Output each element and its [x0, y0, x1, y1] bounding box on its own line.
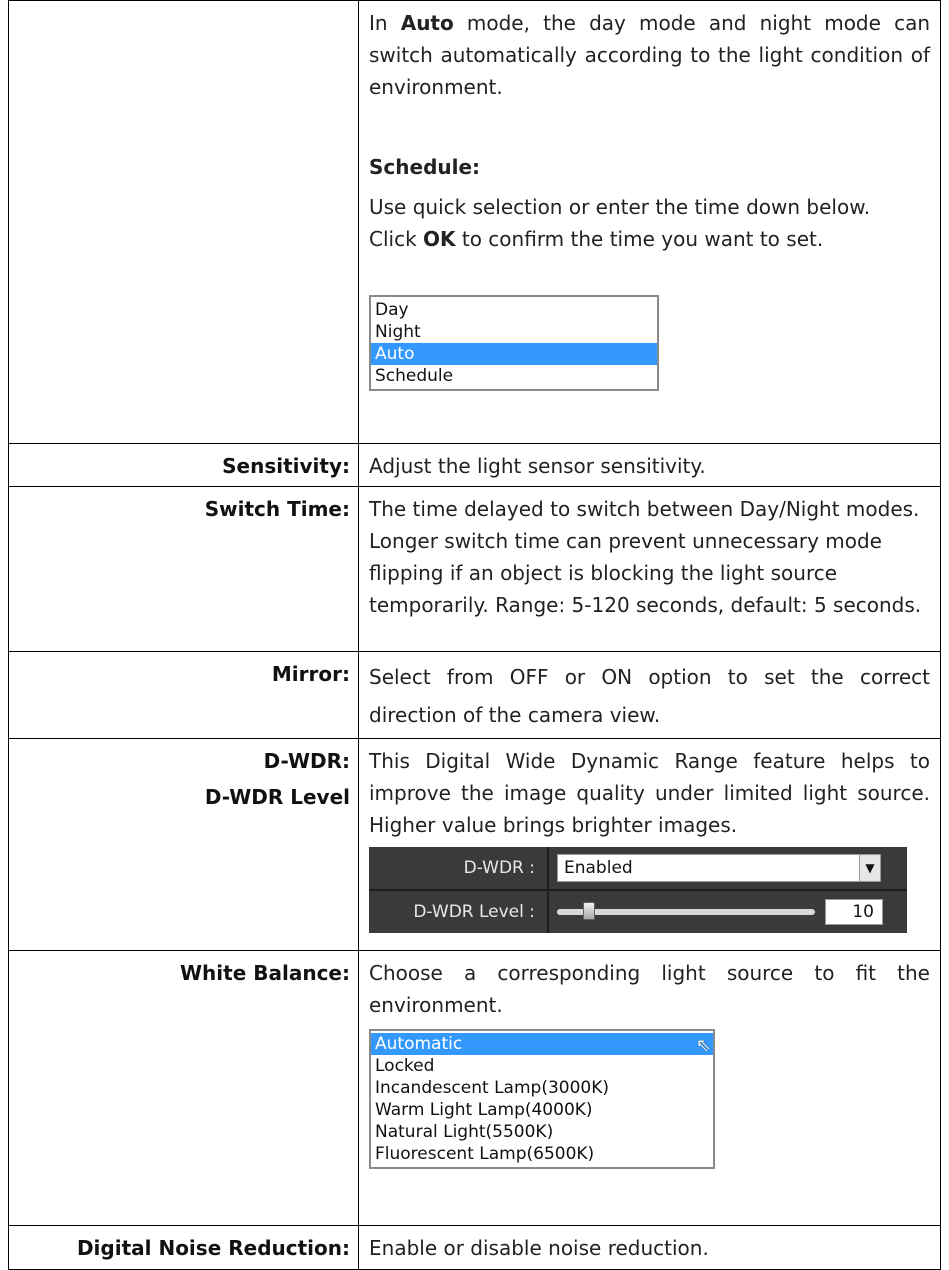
settings-table: In Auto mode, the day mode and night mod… [8, 0, 941, 1270]
day-night-mode-listbox[interactable]: Day Night Auto Schedule [369, 295, 659, 391]
dwdr-label: D-WDR: [263, 749, 350, 773]
schedule-line-2: Click OK to confirm the time you want to… [369, 227, 824, 251]
schedule-heading: Schedule: [369, 155, 481, 179]
table-row: Digital Noise Reduction: Enable or disab… [8, 1225, 941, 1270]
dwdr-control: Enabled ▼ [549, 847, 907, 889]
dwdr-level-label: D-WDR Level [204, 785, 350, 809]
label-cell [8, 0, 359, 444]
mouse-cursor-icon: ⇖ [695, 1035, 711, 1056]
mirror-text: Select from OFF or ON option to set the … [358, 651, 941, 739]
dwdr-select[interactable]: Enabled ▼ [557, 854, 881, 882]
dwdr-settings-panel: D-WDR : Enabled ▼ D-WDR Level : 10 [369, 847, 907, 933]
sensitivity-label: Sensitivity: [8, 443, 359, 487]
white-balance-description-cell: Choose a corresponding light source to f… [358, 950, 941, 1226]
mirror-label: Mirror: [8, 651, 359, 739]
dwdr-level-row: D-WDR Level : 10 [369, 889, 907, 933]
white-balance-label: White Balance: [8, 950, 359, 1226]
white-balance-text: Choose a corresponding light source to f… [369, 961, 930, 1017]
noise-reduction-text: Enable or disable noise reduction. [358, 1225, 941, 1270]
table-row: Sensitivity: Adjust the light sensor sen… [8, 443, 941, 487]
white-balance-listbox[interactable]: Automatic ⇖ Locked Incandescent Lamp(300… [369, 1029, 715, 1169]
dwdr-level-slider[interactable]: 10 [557, 899, 883, 925]
wb-option-label: Automatic [375, 1034, 463, 1054]
wb-option-incandescent[interactable]: Incandescent Lamp(3000K) [371, 1077, 713, 1099]
slider-thumb[interactable] [582, 902, 595, 920]
description-cell: In Auto mode, the day mode and night mod… [358, 0, 941, 444]
dwdr-text: This Digital Wide Dynamic Range feature … [369, 749, 930, 837]
chevron-down-icon[interactable]: ▼ [859, 855, 880, 881]
auto-mode-text: In Auto mode, the day mode and night mod… [369, 11, 930, 99]
wb-option-warm-light[interactable]: Warm Light Lamp(4000K) [371, 1099, 713, 1121]
wb-option-locked[interactable]: Locked [371, 1055, 713, 1077]
wb-option-automatic[interactable]: Automatic ⇖ [371, 1033, 713, 1056]
dwdr-panel-label: D-WDR : [369, 847, 549, 889]
table-row: Switch Time: The time delayed to switch … [8, 486, 941, 652]
table-row: In Auto mode, the day mode and night mod… [8, 0, 941, 444]
schedule-line-1: Use quick selection or enter the time do… [369, 195, 871, 219]
dwdr-description-cell: This Digital Wide Dynamic Range feature … [358, 738, 941, 951]
mode-option-day[interactable]: Day [371, 299, 657, 321]
noise-reduction-label: Digital Noise Reduction: [8, 1225, 359, 1270]
switch-time-label: Switch Time: [8, 486, 359, 652]
dwdr-level-panel-label: D-WDR Level : [369, 891, 549, 933]
sensitivity-text: Adjust the light sensor sensitivity. [358, 443, 941, 487]
table-row: White Balance: Choose a corresponding li… [8, 950, 941, 1226]
dwdr-select-value: Enabled [564, 858, 633, 878]
wb-option-fluorescent[interactable]: Fluorescent Lamp(6500K) [371, 1143, 713, 1165]
slider-track[interactable] [557, 902, 815, 920]
dwdr-setting-row: D-WDR : Enabled ▼ [369, 847, 907, 889]
table-row: Mirror: Select from OFF or ON option to … [8, 651, 941, 739]
mode-option-auto[interactable]: Auto [371, 343, 657, 365]
dwdr-level-control: 10 [549, 891, 907, 933]
table-row: D-WDR: D-WDR Level This Digital Wide Dyn… [8, 738, 941, 951]
wb-option-natural-light[interactable]: Natural Light(5500K) [371, 1121, 713, 1143]
mode-option-night[interactable]: Night [371, 321, 657, 343]
dwdr-label-cell: D-WDR: D-WDR Level [8, 738, 359, 951]
mode-option-schedule[interactable]: Schedule [371, 365, 657, 387]
switch-time-text: The time delayed to switch between Day/N… [358, 486, 941, 652]
dwdr-level-input[interactable]: 10 [825, 899, 883, 925]
